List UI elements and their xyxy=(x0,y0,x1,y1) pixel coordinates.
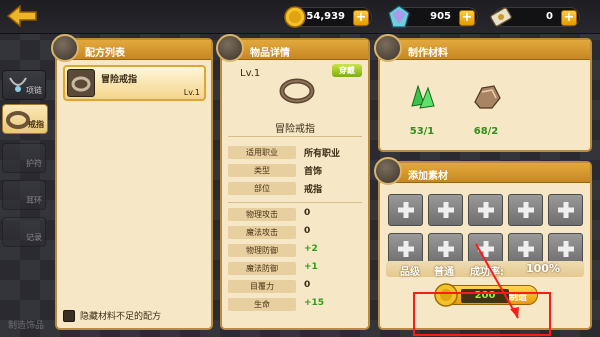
stat-row: 魔法防御 +1 xyxy=(228,262,362,277)
tab-label: 项链 xyxy=(26,86,42,95)
info-key: 适用职业 xyxy=(228,146,296,159)
material-slot[interactable] xyxy=(548,194,583,226)
stat-key: 魔法攻击 xyxy=(228,226,296,239)
tab-ring[interactable]: 戒指 xyxy=(2,104,48,134)
item-detail-header: 物品详情 xyxy=(216,34,368,62)
divider xyxy=(228,136,362,137)
ring-icon xyxy=(71,76,91,92)
tab-label: 护符 xyxy=(26,159,42,168)
stat-value: 0 xyxy=(304,208,311,218)
recipe-level: Lv.1 xyxy=(183,88,200,97)
box-icon xyxy=(374,157,402,185)
recipe-list-header: 配方列表 xyxy=(51,34,211,62)
tab-necklace[interactable]: 项链 xyxy=(2,70,46,100)
tab-amulet[interactable]: 护符 xyxy=(2,143,46,173)
recipe-thumb xyxy=(67,69,95,97)
item-detail-panel: 物品详情 Lv.1 穿戴 冒险戒指 适用职业 所有职业 类型 首饰 部位 戒指 … xyxy=(216,34,370,330)
gem-value: 905 xyxy=(430,11,451,22)
highlight-box xyxy=(413,292,551,336)
add-gold-button[interactable]: + xyxy=(353,10,369,26)
material-slot[interactable] xyxy=(508,194,543,226)
info-key: 类型 xyxy=(228,164,296,177)
tab-label: 记录 xyxy=(26,233,42,242)
stat-row: 物理攻击 0 xyxy=(228,208,362,223)
stat-key: 魔法防御 xyxy=(228,262,296,275)
stat-value: +15 xyxy=(304,298,325,308)
gem-counter: 905 + xyxy=(388,5,478,28)
ticket-counter: 0 + xyxy=(490,7,580,27)
ticket-icon xyxy=(490,7,512,27)
add-gem-button[interactable]: + xyxy=(459,10,475,26)
bottom-hint: 制造饰品 xyxy=(8,321,45,331)
stat-value: 0 xyxy=(304,226,311,236)
recipe-scroll-icon xyxy=(51,34,79,62)
ticket-value: 0 xyxy=(546,11,553,22)
add-material-header: 添加素材 xyxy=(374,157,590,185)
add-material-title: 添加素材 xyxy=(408,171,448,182)
item-name: 冒险戒指 xyxy=(275,124,315,135)
recipe-list-panel: 配方列表 冒险戒指 Lv.1 隐藏材料不足的配方 xyxy=(51,34,213,330)
stat-row: 目覆力 0 xyxy=(228,280,362,295)
gold-value: 54,939 xyxy=(306,11,345,22)
stat-row: 魔法攻击 0 xyxy=(228,226,362,241)
material-slot[interactable] xyxy=(388,194,423,226)
materials-header: 制作材料 xyxy=(374,34,590,62)
material-count: 68/2 xyxy=(473,126,499,137)
tab-earring[interactable]: 耳环 xyxy=(2,180,46,210)
material-slot[interactable] xyxy=(468,194,503,226)
success-rate-label: 成功率: xyxy=(470,267,504,278)
materials-title: 制作材料 xyxy=(408,48,448,59)
info-value: 首饰 xyxy=(304,167,323,177)
back-arrow-icon xyxy=(6,4,37,28)
recipe-item[interactable]: 冒险戒指 Lv.1 xyxy=(63,65,206,101)
grade-value: 普通 xyxy=(434,267,454,278)
stat-key: 物理攻击 xyxy=(228,208,296,221)
grade-label: 品级 xyxy=(400,267,420,278)
material-slot[interactable] xyxy=(428,194,463,226)
stat-value: +2 xyxy=(304,244,318,254)
success-rate-bar: 品级 普通 成功率: 100% xyxy=(386,261,584,278)
hide-insufficient-checkbox[interactable] xyxy=(63,310,75,322)
info-row: 部位 戒指 xyxy=(228,182,362,197)
stat-value: 0 xyxy=(304,280,311,290)
hide-insufficient-label: 隐藏材料不足的配方 xyxy=(80,312,162,322)
back-button[interactable] xyxy=(6,4,40,28)
stat-row: 物理防御 +2 xyxy=(228,244,362,259)
material-count: 53/1 xyxy=(409,126,435,137)
gold-coin-icon xyxy=(284,6,306,28)
top-bar: 54,939 + 905 + 0 + xyxy=(0,0,600,34)
info-value: 所有职业 xyxy=(304,149,341,159)
tab-label: 戒指 xyxy=(28,120,44,129)
gold-counter: 54,939 + xyxy=(284,6,372,28)
stat-key: 目覆力 xyxy=(228,280,296,293)
stat-key: 生命 xyxy=(228,298,296,311)
recipe-name: 冒险戒指 xyxy=(101,75,138,85)
info-key: 部位 xyxy=(228,182,296,195)
stat-row: 生命 +15 xyxy=(228,298,362,313)
tab-record[interactable]: 记录 xyxy=(2,217,46,247)
add-ticket-button[interactable]: + xyxy=(561,10,577,26)
magnifier-icon xyxy=(216,34,244,62)
stat-value: +1 xyxy=(304,262,318,272)
materials-panel: 制作材料 53/1 68/2 xyxy=(374,34,592,152)
ring-item-icon xyxy=(279,78,315,104)
stat-key: 物理防御 xyxy=(228,244,296,257)
hammer-icon xyxy=(374,34,402,62)
divider xyxy=(228,202,362,203)
info-value: 戒指 xyxy=(304,185,323,195)
ore-icon[interactable] xyxy=(470,80,504,114)
gem-icon xyxy=(388,5,410,28)
recipe-list-title: 配方列表 xyxy=(85,48,125,59)
equip-badge: 穿戴 xyxy=(332,64,362,77)
tab-label: 耳环 xyxy=(26,196,42,205)
item-level: Lv.1 xyxy=(240,68,261,79)
info-row: 类型 首饰 xyxy=(228,164,362,179)
green-crystal-icon[interactable] xyxy=(406,80,440,114)
item-detail-title: 物品详情 xyxy=(250,48,290,59)
success-rate-value: 100% xyxy=(526,262,560,275)
info-row: 适用职业 所有职业 xyxy=(228,146,362,161)
